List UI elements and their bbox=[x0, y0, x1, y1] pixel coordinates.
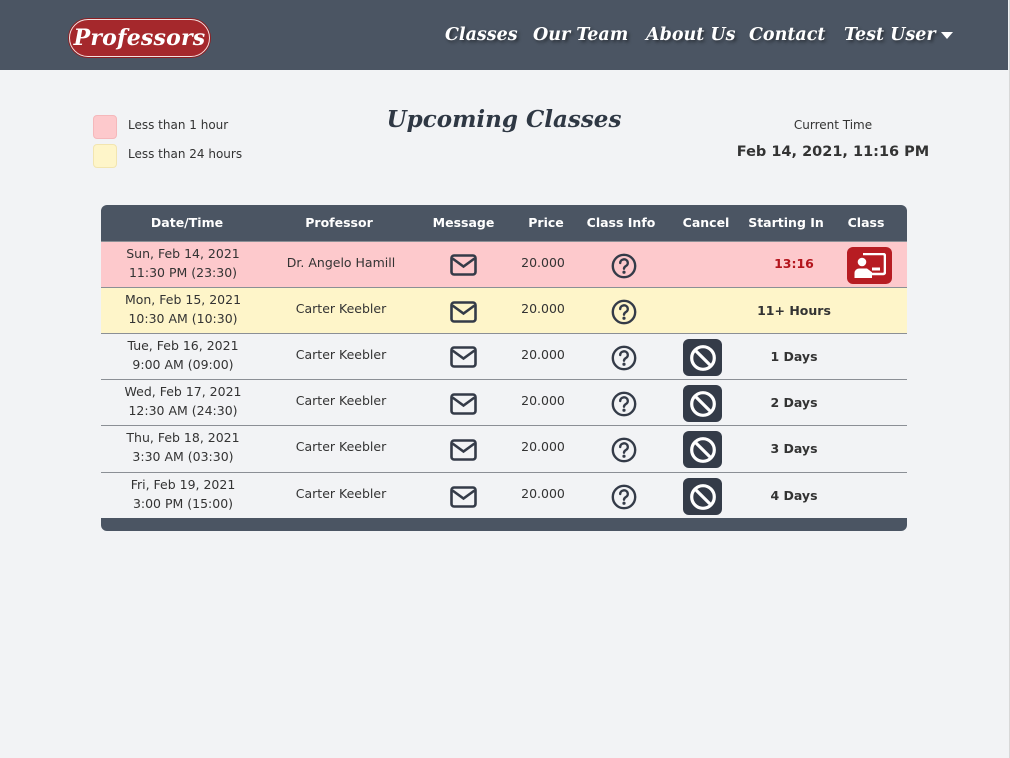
row-date: Thu, Feb 18, 2021 bbox=[126, 430, 240, 445]
nav-links: Classes Our Team About Us Contact Test U… bbox=[0, 25, 1008, 55]
chalkboard-teacher-icon bbox=[854, 252, 886, 278]
legend-swatch-day bbox=[93, 144, 117, 168]
table-header: Date/Time Professor Message Price Class … bbox=[101, 205, 907, 241]
ban-icon bbox=[689, 344, 716, 371]
row-time: 12:30 AM (24:30) bbox=[128, 403, 238, 418]
question-circle-icon[interactable] bbox=[611, 391, 637, 421]
row-time: 9:00 AM (09:00) bbox=[132, 357, 234, 372]
envelope-icon[interactable] bbox=[450, 301, 477, 327]
classes-table: Date/Time Professor Message Price Class … bbox=[101, 205, 907, 531]
page-title: Upcoming Classes bbox=[386, 106, 622, 133]
ban-icon bbox=[689, 483, 716, 510]
nav-about-us[interactable]: About Us bbox=[646, 25, 736, 45]
header-price: Price bbox=[528, 215, 564, 230]
current-time-label: Current Time bbox=[793, 118, 873, 132]
row-price: 20.000 bbox=[521, 439, 565, 454]
row-date: Mon, Feb 15, 2021 bbox=[124, 292, 242, 307]
date-cell: Tue, Feb 16, 2021 9:00 AM (09:00) bbox=[113, 336, 253, 374]
envelope-icon[interactable] bbox=[450, 486, 477, 512]
header-message: Message bbox=[432, 215, 495, 230]
row-starting-in: 4 Days bbox=[770, 488, 818, 503]
row-starting-in: 1 Days bbox=[770, 349, 818, 364]
header-datetime: Date/Time bbox=[150, 215, 224, 230]
date-cell: Wed, Feb 17, 2021 12:30 AM (24:30) bbox=[113, 382, 253, 420]
row-professor: Carter Keebler bbox=[295, 439, 387, 454]
table-row: Sun, Feb 14, 2021 11:30 PM (23:30) Dr. A… bbox=[101, 241, 907, 287]
cancel-class-button[interactable] bbox=[683, 339, 722, 376]
ban-icon bbox=[689, 390, 716, 417]
user-menu[interactable]: Test User bbox=[844, 25, 953, 45]
date-cell: Fri, Feb 19, 2021 3:00 PM (15:00) bbox=[113, 475, 253, 513]
nav-contact[interactable]: Contact bbox=[749, 25, 826, 45]
row-professor: Dr. Angelo Hamill bbox=[286, 255, 396, 270]
row-price: 20.000 bbox=[521, 301, 565, 316]
question-circle-icon[interactable] bbox=[611, 437, 637, 467]
header-professor: Professor bbox=[305, 215, 373, 230]
row-price: 20.000 bbox=[521, 486, 565, 501]
cancel-class-button[interactable] bbox=[683, 431, 722, 468]
question-circle-icon[interactable] bbox=[611, 484, 637, 514]
table-row: Fri, Feb 19, 2021 3:00 PM (15:00) Carter… bbox=[101, 472, 907, 518]
date-cell: Thu, Feb 18, 2021 3:30 AM (03:30) bbox=[113, 428, 253, 466]
row-date: Wed, Feb 17, 2021 bbox=[124, 384, 242, 399]
current-time-value: Feb 14, 2021, 11:16 PM bbox=[736, 144, 930, 160]
table-row: Tue, Feb 16, 2021 9:00 AM (09:00) Carter… bbox=[101, 333, 907, 379]
date-cell: Mon, Feb 15, 2021 10:30 AM (10:30) bbox=[113, 290, 253, 328]
row-professor: Carter Keebler bbox=[295, 486, 387, 501]
row-time: 11:30 PM (23:30) bbox=[128, 265, 238, 280]
row-time: 3:30 AM (03:30) bbox=[132, 449, 234, 464]
row-professor: Carter Keebler bbox=[295, 393, 387, 408]
row-starting-in: 3 Days bbox=[770, 441, 818, 456]
row-professor: Carter Keebler bbox=[295, 301, 387, 316]
header-cancel: Cancel bbox=[682, 215, 730, 230]
legend-label-day: Less than 24 hours bbox=[128, 147, 243, 161]
row-date: Sun, Feb 14, 2021 bbox=[126, 246, 240, 261]
ban-icon bbox=[689, 436, 716, 463]
table-row: Thu, Feb 18, 2021 3:30 AM (03:30) Carter… bbox=[101, 425, 907, 472]
join-class-button[interactable] bbox=[847, 247, 892, 284]
row-price: 20.000 bbox=[521, 393, 565, 408]
row-professor: Carter Keebler bbox=[295, 347, 387, 362]
envelope-icon[interactable] bbox=[450, 439, 477, 465]
table-row: Mon, Feb 15, 2021 10:30 AM (10:30) Carte… bbox=[101, 287, 907, 333]
row-date: Tue, Feb 16, 2021 bbox=[127, 338, 239, 353]
header-class-info: Class Info bbox=[586, 215, 656, 230]
table-row: Wed, Feb 17, 2021 12:30 AM (24:30) Carte… bbox=[101, 379, 907, 425]
legend-label-hour: Less than 1 hour bbox=[128, 118, 229, 132]
user-menu-label: Test User bbox=[844, 25, 936, 45]
nav-our-team[interactable]: Our Team bbox=[533, 25, 628, 45]
question-circle-icon[interactable] bbox=[611, 253, 637, 283]
envelope-icon[interactable] bbox=[450, 393, 477, 419]
nav-classes[interactable]: Classes bbox=[445, 25, 518, 45]
row-time: 3:00 PM (15:00) bbox=[132, 496, 234, 511]
question-circle-icon[interactable] bbox=[611, 345, 637, 375]
question-circle-icon[interactable] bbox=[611, 299, 637, 329]
header-class: Class bbox=[847, 215, 885, 230]
row-price: 20.000 bbox=[521, 255, 565, 270]
cancel-class-button[interactable] bbox=[683, 385, 722, 422]
navbar: Professors Classes Our Team About Us Con… bbox=[0, 0, 1008, 70]
envelope-icon[interactable] bbox=[450, 254, 477, 280]
cancel-class-button[interactable] bbox=[683, 478, 722, 515]
row-starting-in: 2 Days bbox=[770, 395, 818, 410]
header-starting-in: Starting In bbox=[748, 215, 824, 230]
row-starting-in: 13:16 bbox=[774, 256, 814, 271]
row-date: Fri, Feb 19, 2021 bbox=[130, 477, 236, 492]
legend-swatch-hour bbox=[93, 115, 117, 139]
row-time: 10:30 AM (10:30) bbox=[128, 311, 238, 326]
envelope-icon[interactable] bbox=[450, 346, 477, 372]
caret-down-icon bbox=[940, 32, 953, 39]
date-cell: Sun, Feb 14, 2021 11:30 PM (23:30) bbox=[113, 244, 253, 282]
row-starting-in: 11+ Hours bbox=[757, 303, 831, 318]
row-price: 20.000 bbox=[521, 347, 565, 362]
